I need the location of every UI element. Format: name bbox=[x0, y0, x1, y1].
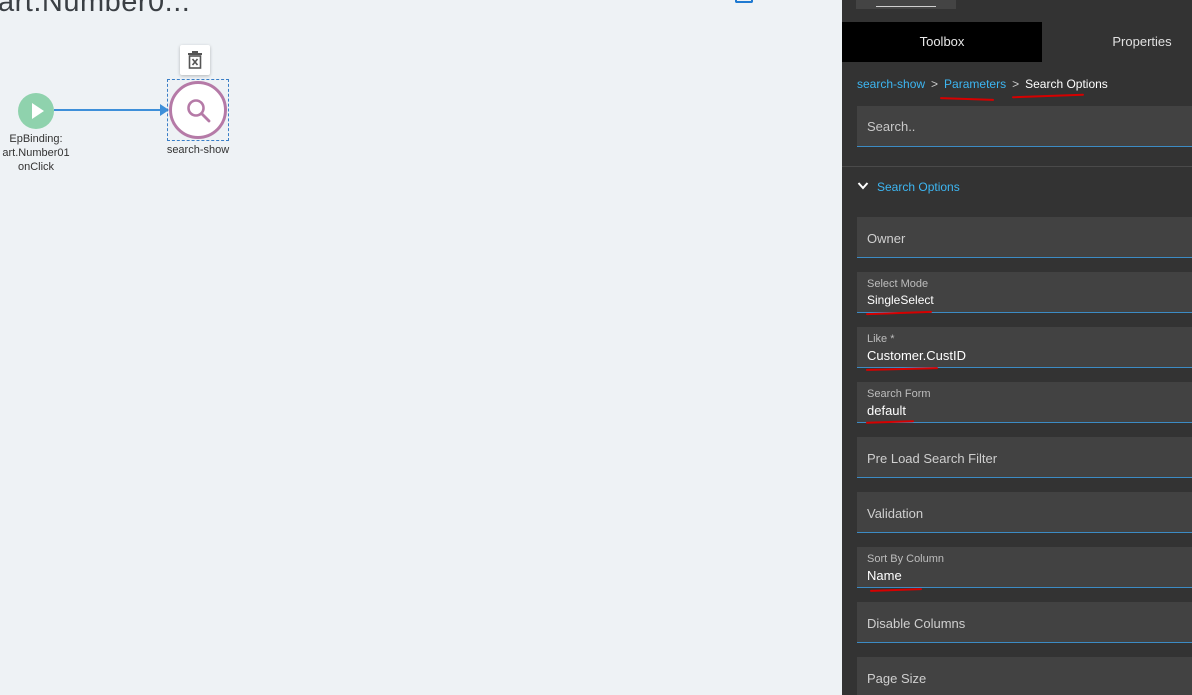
panel-top-control[interactable] bbox=[856, 0, 956, 9]
breadcrumb-parameters[interactable]: Parameters bbox=[944, 77, 1006, 91]
breadcrumb-separator: > bbox=[931, 77, 939, 91]
field-label: Sort By Column bbox=[867, 553, 945, 565]
trash-icon bbox=[188, 51, 202, 69]
owner-field[interactable]: Owner bbox=[857, 217, 1192, 258]
select-mode-field[interactable]: Select Mode SingleSelect bbox=[857, 272, 1192, 313]
property-search-input[interactable] bbox=[857, 106, 1192, 146]
annotation-underline bbox=[1011, 93, 1085, 99]
start-node-label-line: onClick bbox=[17, 161, 55, 173]
play-icon bbox=[32, 103, 44, 119]
pre-load-search-filter-field[interactable]: Pre Load Search Filter bbox=[857, 437, 1192, 478]
properties-panel: Toolbox Properties search-show > Parameter… bbox=[842, 0, 1192, 695]
field-label: Owner bbox=[867, 231, 906, 246]
search-show-label: search-show bbox=[166, 144, 230, 156]
breadcrumb: search-show > Parameters > Search Options bbox=[857, 77, 1108, 91]
field-label: Page Size bbox=[867, 671, 927, 686]
annotation-underline bbox=[865, 420, 915, 424]
field-label: Pre Load Search Filter bbox=[867, 451, 998, 466]
panel-tabs: Toolbox Properties bbox=[842, 22, 1192, 62]
panel-toggle-icon[interactable] bbox=[735, 0, 753, 3]
breadcrumb-search-options: Search Options bbox=[1025, 77, 1108, 91]
field-value: Customer.CustID bbox=[867, 348, 966, 363]
start-node-label-line: art.Number01 bbox=[2, 147, 70, 159]
chevron-down-icon bbox=[857, 182, 869, 190]
tab-properties[interactable]: Properties bbox=[1042, 22, 1192, 62]
field-label: Search Form bbox=[867, 388, 931, 400]
annotation-underline bbox=[939, 97, 995, 101]
field-label: Validation bbox=[867, 506, 924, 521]
field-value: SingleSelect bbox=[867, 293, 934, 307]
field-value: Name bbox=[867, 568, 902, 583]
search-show-node[interactable] bbox=[169, 81, 227, 139]
search-form-field[interactable]: Search Form default bbox=[857, 382, 1192, 423]
section-title: Search Options bbox=[877, 180, 960, 194]
field-label: Like * bbox=[867, 333, 895, 345]
like-field[interactable]: Like * Customer.CustID bbox=[857, 327, 1192, 368]
breadcrumb-search-show[interactable]: search-show bbox=[857, 77, 925, 91]
tab-toolbox[interactable]: Toolbox bbox=[842, 22, 1042, 62]
canvas-title: art.Number0... bbox=[0, 0, 191, 18]
delete-node-button[interactable] bbox=[180, 45, 210, 75]
annotation-underline bbox=[869, 588, 923, 592]
disable-columns-field[interactable]: Disable Columns bbox=[857, 602, 1192, 643]
start-node-label: EpBinding: art.Number01 onClick bbox=[0, 132, 96, 174]
flow-connector[interactable] bbox=[54, 109, 166, 111]
page-size-field[interactable]: Page Size bbox=[857, 657, 1192, 695]
property-search-box bbox=[857, 106, 1192, 147]
divider bbox=[842, 166, 1192, 167]
breadcrumb-separator: > bbox=[1012, 77, 1020, 91]
start-node-label-line: EpBinding: bbox=[9, 133, 63, 145]
validation-field[interactable]: Validation bbox=[857, 492, 1192, 533]
flow-canvas[interactable]: art.Number0... EpBinding: art.Number01 o… bbox=[0, 0, 842, 695]
search-icon bbox=[187, 99, 211, 123]
field-label: Select Mode bbox=[867, 278, 929, 290]
sort-by-column-field[interactable]: Sort By Column Name bbox=[857, 547, 1192, 588]
field-label: Disable Columns bbox=[867, 616, 966, 631]
start-node[interactable] bbox=[18, 93, 54, 129]
field-value: default bbox=[867, 403, 907, 418]
